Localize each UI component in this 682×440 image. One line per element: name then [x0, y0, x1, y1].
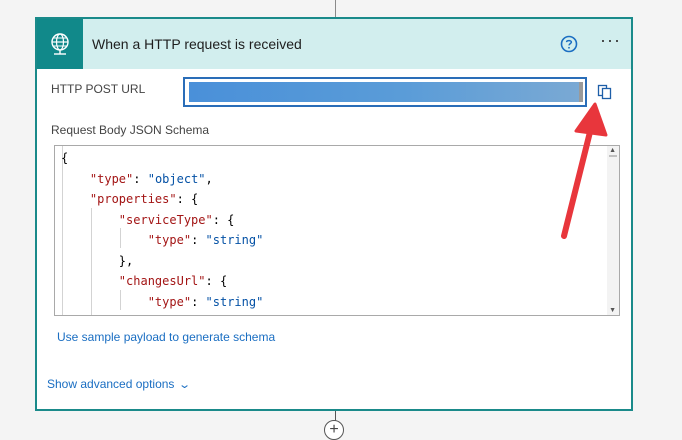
json-key: "serviceType" — [118, 212, 213, 227]
show-advanced-options-link[interactable]: Show advanced options ⌄ — [47, 377, 192, 391]
http-post-url-label: HTTP POST URL — [51, 82, 146, 96]
code-line: "type": "object", — [61, 169, 605, 190]
json-punctuation: : — [133, 171, 148, 186]
trigger-title: When a HTTP request is received — [92, 36, 302, 52]
help-circle-icon[interactable] — [560, 35, 578, 53]
json-schema-editor[interactable]: { "type": "object", "properties": { "ser… — [54, 145, 620, 316]
code-line: "type": "string" — [61, 230, 605, 251]
json-value: "string" — [205, 233, 264, 247]
chevron-down-icon: ⌄ — [178, 379, 192, 391]
json-punctuation: : { — [176, 192, 199, 206]
http-post-url-field[interactable] — [183, 77, 587, 107]
json-punctuation: : { — [205, 274, 228, 288]
code-line: "properties": { — [61, 189, 605, 210]
json-punctuation: }, — [118, 253, 134, 268]
json-punctuation: }, — [119, 315, 133, 316]
url-redacted — [189, 82, 579, 102]
trigger-card: When a HTTP request is received ··· HTTP… — [35, 17, 633, 411]
json-punctuation: , — [205, 171, 213, 186]
flow-connector-top — [335, 0, 336, 17]
json-punctuation: : { — [212, 212, 235, 227]
schema-label: Request Body JSON Schema — [51, 123, 210, 137]
scroll-down-icon[interactable]: ▼ — [609, 307, 616, 314]
code-line: "serviceType": { — [61, 210, 605, 231]
json-value: "object" — [147, 171, 206, 186]
json-code: { "type": "object", "properties": { "ser… — [61, 148, 605, 316]
code-line: }, — [61, 312, 605, 316]
use-sample-payload-link[interactable]: Use sample payload to generate schema — [57, 330, 275, 344]
code-line: }, — [61, 251, 605, 272]
code-line: "type": "string" — [61, 292, 605, 313]
json-key: "type" — [147, 294, 192, 309]
copy-icon[interactable] — [596, 83, 614, 101]
add-step-button[interactable]: + — [324, 420, 344, 440]
json-key: "type" — [147, 233, 192, 247]
trigger-header[interactable]: When a HTTP request is received ··· — [37, 19, 631, 69]
json-punctuation: : — [191, 294, 206, 309]
json-value: "string" — [205, 294, 264, 309]
code-line: { — [61, 148, 605, 169]
code-line: "changesUrl": { — [61, 271, 605, 292]
editor-scrollbar[interactable]: ▲ ▼ — [607, 146, 619, 315]
json-key: "type" — [89, 171, 134, 186]
json-punctuation: : — [191, 233, 206, 247]
show-advanced-options-label: Show advanced options — [47, 377, 175, 391]
json-punctuation: { — [61, 151, 69, 165]
more-options-icon[interactable]: ··· — [600, 31, 621, 49]
json-key: "changesUrl" — [118, 274, 206, 288]
scroll-up-icon[interactable]: ▲ — [609, 147, 616, 154]
globe-icon — [37, 19, 83, 69]
json-key: "properties" — [89, 192, 177, 206]
